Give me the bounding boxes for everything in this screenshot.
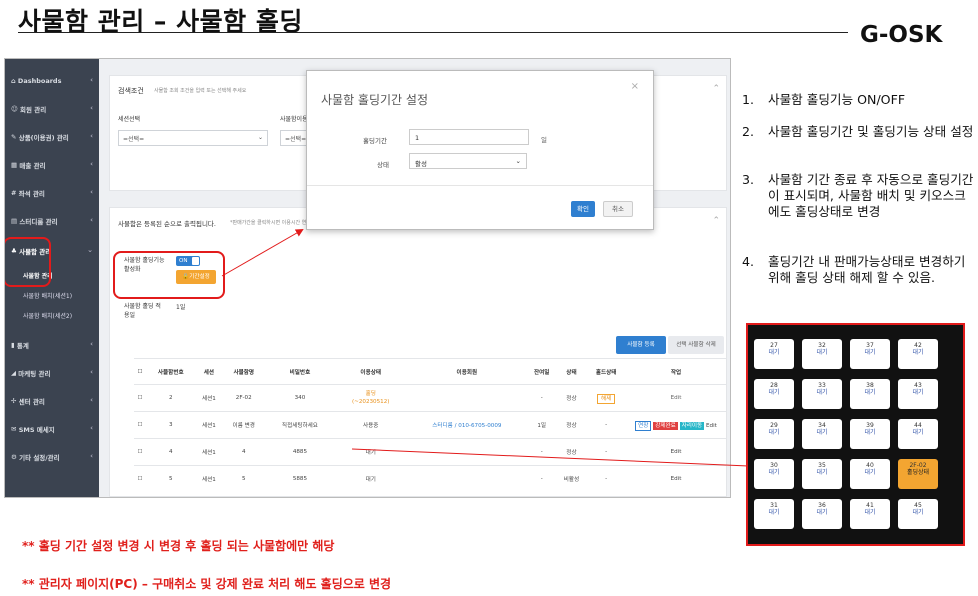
kiosk-locker-cell[interactable]: 29 대기 [754, 419, 794, 449]
footnote-1: ** 홀딩 기간 설정 변경 시 변경 후 홀딩 되는 사물함에만 해당 [22, 539, 335, 553]
kiosk-locker-cell[interactable]: 44 대기 [898, 419, 938, 449]
kiosk-locker-cell[interactable]: 33 대기 [802, 379, 842, 409]
kiosk-locker-cell[interactable]: 42 대기 [898, 339, 938, 369]
kiosk-locker-cell[interactable]: 28 대기 [754, 379, 794, 409]
kiosk-locker-cell[interactable]: 41 대기 [850, 499, 890, 529]
kiosk-locker-grid: 27 대기 32 대기 37 대기 42 대기 28 대기 33 대기 38 대기 43 대기 29 대기 34 대기… [746, 323, 965, 546]
kiosk-locker-cell[interactable]: 32 대기 [802, 339, 842, 369]
kiosk-locker-cell[interactable]: 40 대기 [850, 459, 890, 489]
kiosk-locker-cell[interactable]: 27 대기 [754, 339, 794, 369]
kiosk-locker-cell[interactable]: 43 대기 [898, 379, 938, 409]
kiosk-locker-cell[interactable]: 35 대기 [802, 459, 842, 489]
kiosk-locker-cell[interactable]: 38 대기 [850, 379, 890, 409]
kiosk-locker-cell[interactable]: 37 대기 [850, 339, 890, 369]
footnote-2: ** 관리자 페이지(PC) – 구매취소 및 강제 완료 처리 해도 홀딩으로… [22, 577, 392, 591]
kiosk-locker-cell[interactable]: 34 대기 [802, 419, 842, 449]
kiosk-locker-cell[interactable]: 36 대기 [802, 499, 842, 529]
kiosk-locker-cell[interactable]: 31 대기 [754, 499, 794, 529]
kiosk-locker-cell[interactable]: 2F-02 홀딩상태 [898, 459, 938, 489]
arrow-to-modal [221, 229, 304, 277]
kiosk-locker-cell[interactable]: 30 대기 [754, 459, 794, 489]
kiosk-locker-cell[interactable]: 45 대기 [898, 499, 938, 529]
kiosk-locker-cell[interactable]: 39 대기 [850, 419, 890, 449]
